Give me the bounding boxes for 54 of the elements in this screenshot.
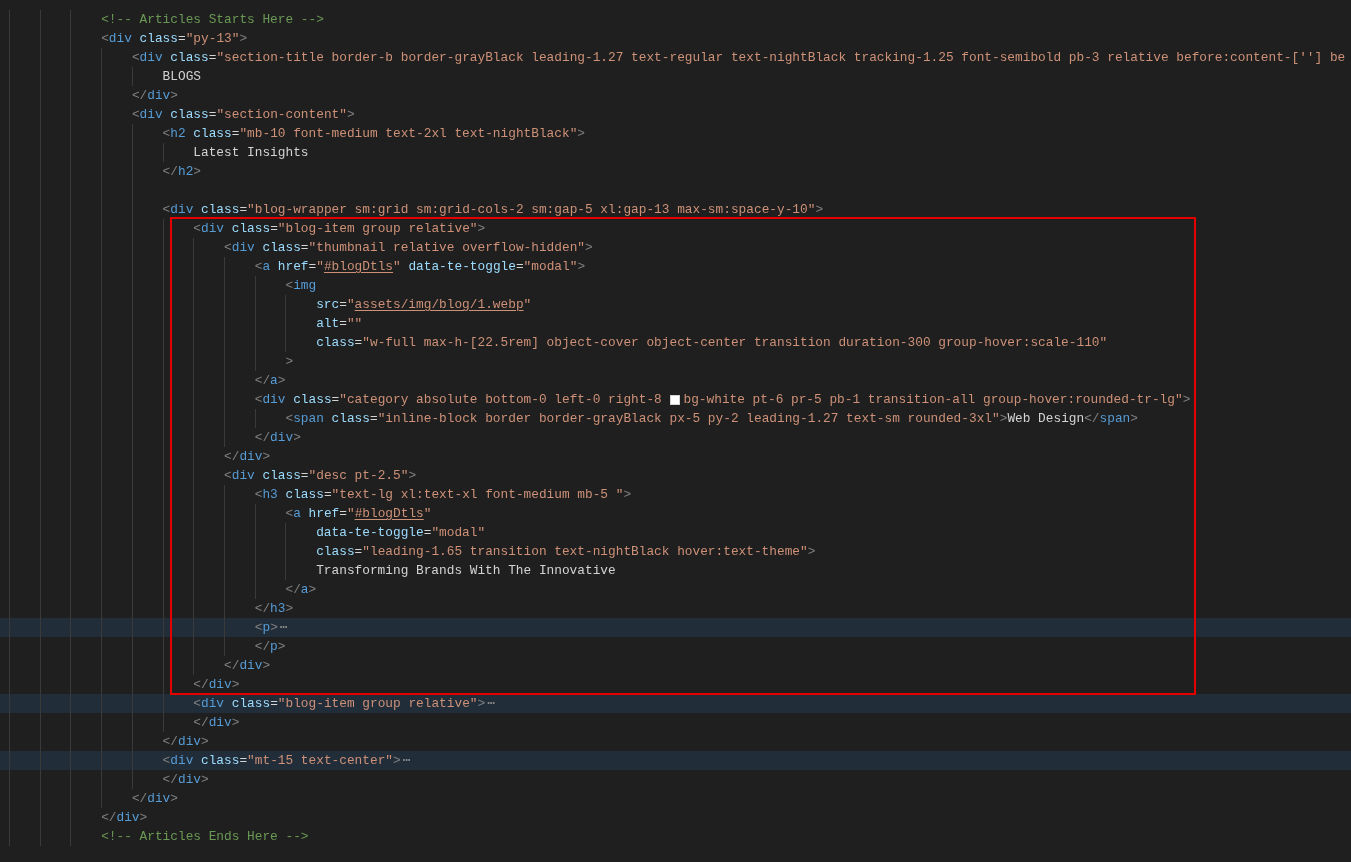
code-line: <a href=" (253, 258, 324, 276)
code-line: </a> (284, 581, 317, 599)
code-line: </div> (223, 657, 271, 675)
code-line: </h3> (253, 600, 294, 618)
code-line: </h2> (161, 163, 201, 181)
code-line: </a> (253, 372, 286, 390)
code-line: <p> (253, 619, 278, 637)
code-line: </div> (223, 448, 271, 466)
code-line: <div class="mt-15 text-center"> (161, 752, 401, 770)
code-line: <div class="py-13"> (100, 30, 248, 48)
code-line: <div class="section-title border-b border-grayBlack leading-1.27 text-regular text-nightBlack tracking-1.25 font-semibold pb-3 relative before:content-[''] be (130, 49, 1346, 67)
code-line: data-te-toggle="modal" (315, 524, 486, 542)
code-line: " data-te-toggle="modal"> (393, 258, 586, 276)
code-line: <div class="category absolute bottom-0 left-0 right-8 (253, 391, 663, 409)
code-line: <div class="section-content"> (130, 106, 355, 124)
code-line: <h2 class="mb-10 font-medium text-2xl text-nightBlack"> (161, 125, 585, 143)
code-line: <div class="thumbnail relative overflow-hidden"> (223, 239, 593, 257)
fold-ellipsis[interactable]: ⋯ (485, 694, 495, 713)
code-line: class="w-full max-h-[22.5rem] object-cover object-center transition duration-300 group-hover:scale-110" (315, 334, 1108, 352)
code-line: " (523, 296, 532, 314)
fold-ellipsis[interactable]: ⋯ (400, 751, 411, 770)
code-line: Latest Insights (192, 144, 309, 162)
code-line: </p> (253, 638, 286, 656)
link-text[interactable]: assets/img/blog/1.webp (354, 295, 524, 314)
color-swatch-icon[interactable] (670, 394, 681, 405)
code-line: </div> (161, 733, 209, 751)
code-line: alt="" (315, 315, 363, 333)
code-line: </div> (130, 87, 178, 105)
code-line: Transforming Brands With The Innovative (315, 562, 616, 580)
fold-ellipsis[interactable]: ⋯ (277, 618, 288, 637)
code-line: <span class="inline-block border border-grayBlack px-5 py-2 leading-1.27 text-sm rounded-3xl">Web Design</span> (284, 410, 1138, 428)
code-line: </div> (192, 714, 240, 732)
code-line: <!-- Articles Ends Here --> (100, 828, 309, 846)
link-text[interactable]: #blogDtls (323, 257, 394, 276)
code-line: src=" (315, 296, 355, 314)
code-line: class="leading-1.65 transition text-nightBlack hover:text-theme"> (315, 543, 816, 561)
code-line: bg-white pt-6 pr-5 pb-1 transition-all group-hover:rounded-tr-lg"> (683, 391, 1191, 409)
code-line: </div> (100, 809, 148, 827)
code-line: </div> (253, 429, 301, 447)
code-line: BLOGS (161, 68, 201, 86)
code-line: <div class="blog-wrapper sm:grid sm:grid-cols-2 sm:gap-5 xl:gap-13 max-sm:space-y-10"> (161, 201, 824, 219)
code-line: <div class="blog-item group relative"> (192, 695, 486, 713)
code-line: " (423, 505, 432, 523)
code-line: </div> (192, 676, 240, 694)
code-line: <!-- Articles Starts Here --> (100, 11, 324, 29)
code-line: </div> (130, 790, 178, 808)
code-line: <div class="blog-item group relative"> (192, 220, 486, 238)
code-line: > (284, 353, 294, 371)
link-text[interactable]: #blogDtls (354, 504, 424, 523)
code-line: <div class="desc pt-2.5"> (223, 467, 417, 485)
code-line: <h3 class="text-lg xl:text-xl font-medium mb-5 "> (253, 486, 632, 504)
code-line: <img (284, 277, 317, 295)
code-line: </div> (161, 771, 209, 789)
code-line: <a href=" (284, 505, 355, 523)
